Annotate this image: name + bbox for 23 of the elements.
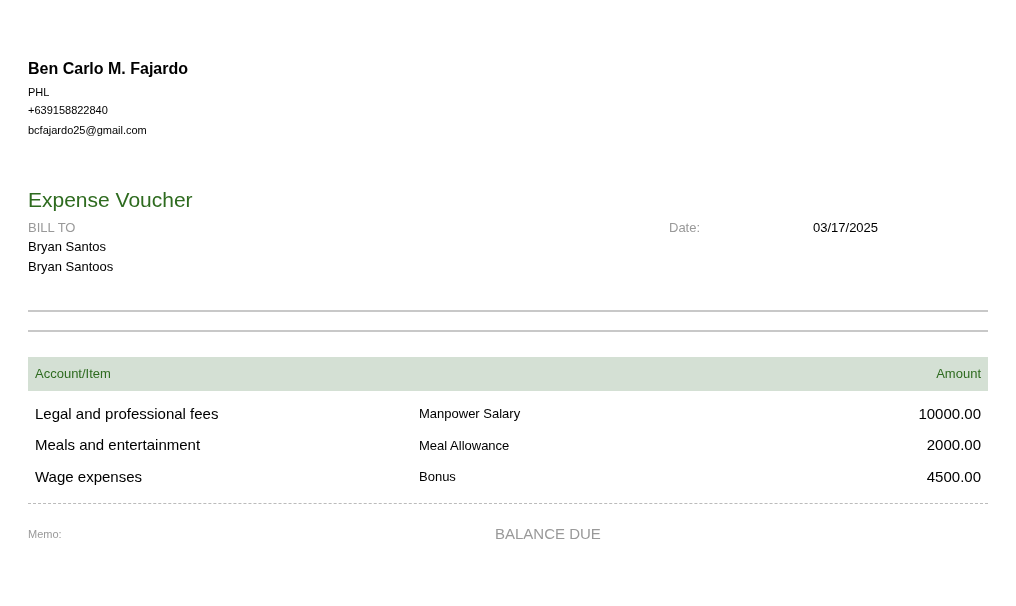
bill-to-name: Bryan Santoos [28,258,114,276]
table-cell-text: Bonus [419,468,457,486]
balance-due-label: BALANCE DUE [495,523,601,544]
table-cell-text: 2000.00 [926,435,981,455]
bill-to-name: Bryan Santos [28,238,107,256]
sender-phone: +639158822840 [28,103,108,117]
column-heading: Amount [936,365,981,384]
table-cell-text: 4500.00 [926,466,981,487]
table-cell-text: 10000.00 [918,403,981,424]
date-label: Date: [669,219,702,237]
column-heading: Account/Item [35,365,111,384]
voucher-title: Expense Voucher [28,187,193,213]
memo-label: Memo: [28,526,63,542]
table-cell-text: Meals and entertainment [35,435,202,455]
sender-name: Ben Carlo M. Fajardo [28,59,189,79]
sender-email: bcfajardo25@gmail.com [28,123,147,137]
table-cell-text: Manpower Salary [419,405,522,423]
table-cell-text: Wage expenses [35,466,143,487]
table-cell-text: Meal Allowance [419,436,511,455]
table-cell-text: Legal and professional fees [35,403,220,424]
date-value: 03/17/2025 [813,219,879,237]
sender-country: PHL [28,85,50,99]
bill-to-label: BILL TO [28,219,76,237]
